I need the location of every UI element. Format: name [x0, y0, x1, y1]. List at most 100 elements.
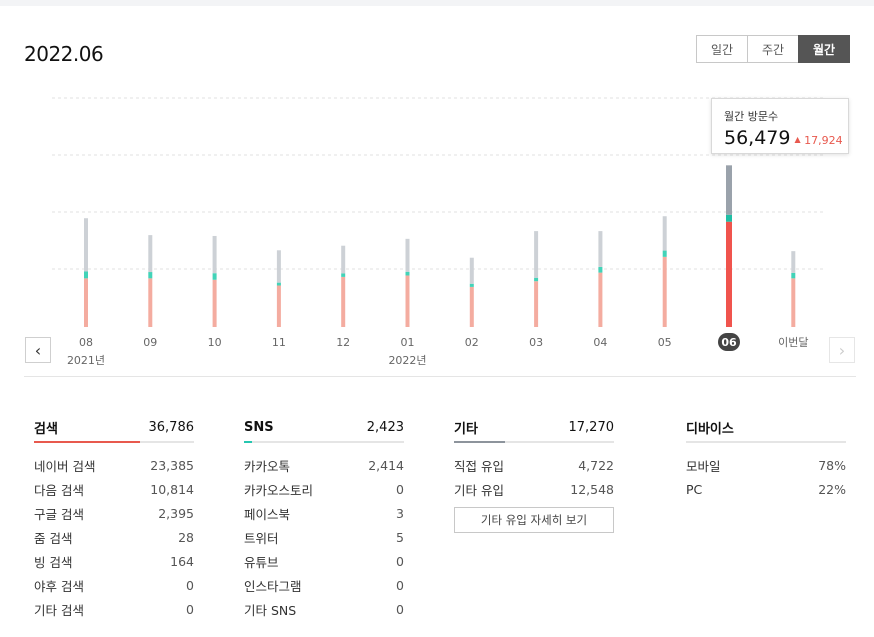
bar-search: [148, 278, 153, 327]
bar-sns: [726, 214, 732, 222]
x-tick-label: 11: [272, 336, 286, 349]
tooltip-label: 월간 방문수: [724, 110, 779, 123]
bar-search: [534, 281, 539, 327]
chevron-left-icon: ‹: [34, 340, 42, 360]
x-tick-label: 04: [593, 336, 607, 349]
x-tick-label: 09: [143, 336, 157, 349]
stats-row: 구글 검색 2,395: [34, 501, 194, 525]
stats-share-bar: [454, 441, 614, 443]
bar-search: [341, 276, 346, 327]
prev-button[interactable]: ‹: [25, 337, 51, 363]
bar-search: [726, 221, 732, 327]
bar-search: [598, 272, 603, 327]
stats-row-value: 2,395: [158, 505, 194, 521]
stats-row-value: 22%: [818, 481, 846, 497]
stats-row-label: 다음 검색: [34, 482, 84, 498]
other-inflow-detail-button[interactable]: 기타 유입 자세히 보기: [454, 507, 614, 533]
bar-sns: [598, 266, 603, 273]
stats-row-label: 기타 유입: [454, 482, 504, 498]
bar-sns: [662, 250, 667, 257]
bar-other: [726, 165, 732, 215]
x-tick-label: 06: [721, 336, 737, 349]
stats-header: 디바이스: [686, 414, 846, 441]
stats-row-label: 모바일: [686, 458, 721, 474]
bar-other: [341, 245, 346, 274]
tooltip-change: ▲ 17,924: [794, 134, 842, 147]
bar-other: [84, 218, 88, 272]
stats-row-label: 줌 검색: [34, 530, 73, 546]
stats-row: 기타 검색 0: [34, 597, 194, 621]
stats-header: SNS 2,423: [244, 414, 404, 441]
stats-row-label: PC: [686, 481, 703, 497]
arrow-up-icon: ▲: [794, 135, 801, 144]
x-tick-label: 05: [658, 336, 672, 349]
stats-row-value: 5: [396, 529, 404, 545]
bar-sns: [276, 282, 281, 286]
stats-row-value: 3: [396, 505, 404, 521]
stats-row-label: 네이버 검색: [34, 458, 96, 474]
x-tick-label: 10: [208, 336, 222, 349]
stats-share-bar: [686, 441, 846, 443]
stats-row-value: 0: [186, 601, 194, 617]
x-tick-label: 02: [465, 336, 479, 349]
stats-header: 기타 17,270: [454, 414, 614, 441]
bar-search: [469, 286, 474, 327]
stats-row: 기타 유입 12,548: [454, 477, 614, 501]
bar-search: [212, 279, 217, 327]
stats-row-label: 빙 검색: [34, 554, 73, 570]
tooltip-change-value: 17,924: [804, 134, 843, 147]
stats-column: 검색 36,786 네이버 검색 23,385 다음 검색 10,814 구글 검색 2,39…: [34, 414, 194, 621]
stats-column: SNS 2,423 카카오톡 2,414 카카오스토리 0 페이스북 3 트위터 5 유튜브 0 인스타…: [244, 414, 404, 621]
stats-row: 야후 검색 0: [34, 573, 194, 597]
bar-sns: [212, 273, 217, 280]
stats-title: 검색: [34, 422, 58, 437]
bar-sns: [791, 272, 796, 279]
stats-title: SNS: [244, 420, 274, 435]
stats-row-label: 직접 유입: [454, 458, 504, 474]
stats-row-label: 카카오톡: [244, 458, 291, 474]
bar-search: [791, 278, 796, 327]
stats-row-label: 트위터: [244, 530, 279, 546]
stats-row-value: 12,548: [570, 481, 614, 497]
stats-row-value: 0: [186, 577, 194, 593]
stats-row: 네이버 검색 23,385: [34, 453, 194, 477]
stats-row-value: 0: [396, 601, 404, 617]
bar-search: [405, 275, 410, 327]
bar-other: [212, 235, 217, 274]
x-tick-label: 이번달: [778, 336, 808, 349]
x-tick-label: 08: [79, 336, 93, 349]
bar-other: [148, 235, 153, 273]
section-divider: [24, 376, 856, 377]
stats-row-value: 4,722: [578, 457, 614, 473]
stats-column: 기타 17,270 직접 유입 4,722 기타 유입 12,548 기타 유입 자세히 보…: [454, 414, 614, 533]
stats-row: 카카오톡 2,414: [244, 453, 404, 477]
stats-row-label: 카카오스토리: [244, 482, 314, 498]
bar-other: [662, 216, 667, 251]
stats-share-fill: [244, 441, 252, 443]
bar-sns: [84, 271, 88, 279]
stats-row-label: 야후 검색: [34, 578, 84, 594]
bar-sns: [341, 273, 346, 277]
stats-total: 2,423: [366, 420, 404, 435]
stats-row: PC 22%: [686, 477, 846, 501]
bar-search: [662, 256, 667, 327]
stats-row-label: 구글 검색: [34, 506, 84, 522]
tooltip-value: 56,479: [724, 127, 791, 149]
stats-share-fill: [34, 441, 140, 443]
stats-row-value: 23,385: [150, 457, 194, 473]
stats-title: 기타: [454, 422, 478, 437]
stats-row: 직접 유입 4,722: [454, 453, 614, 477]
stats-row: 빙 검색 164: [34, 549, 194, 573]
stats-row-value: 78%: [818, 457, 846, 473]
stats-row: 다음 검색 10,814: [34, 477, 194, 501]
bar-sns: [534, 277, 539, 282]
stats-row: 모바일 78%: [686, 453, 846, 477]
stats-row-label: 기타 검색: [34, 602, 84, 618]
bar-search: [84, 278, 88, 327]
next-button[interactable]: ›: [829, 337, 855, 363]
bar-other: [276, 250, 281, 283]
bar-sns: [469, 283, 474, 287]
stats-total: 17,270: [568, 420, 615, 435]
year-label: 2022년: [388, 354, 426, 367]
stats-row: 줌 검색 28: [34, 525, 194, 549]
